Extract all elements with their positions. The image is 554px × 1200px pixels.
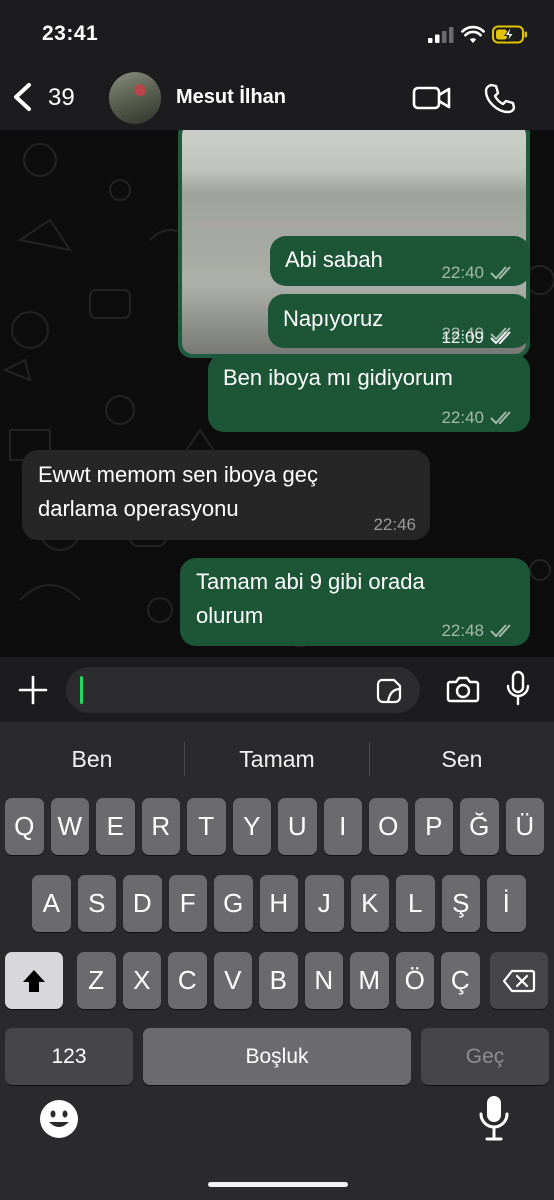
unread-count[interactable]: 39 <box>48 84 75 112</box>
text-caret <box>80 676 83 704</box>
dictation-mic-icon[interactable] <box>478 1094 510 1142</box>
suggestion-1[interactable]: Ben <box>0 722 184 796</box>
letter-key[interactable]: X <box>122 952 161 1009</box>
message-meta: 12:09 <box>441 328 516 348</box>
letter-key[interactable]: O <box>369 798 408 855</box>
read-receipt-icon <box>490 411 511 425</box>
status-bar: 23:41 <box>0 0 554 68</box>
shift-key[interactable] <box>5 952 63 1009</box>
letter-key[interactable]: E <box>96 798 135 855</box>
letter-key[interactable]: Ü <box>505 798 544 855</box>
home-indicator[interactable] <box>208 1182 348 1187</box>
message-input-bar <box>0 657 554 722</box>
letter-key[interactable]: W <box>50 798 89 855</box>
message-text-line: olurum <box>196 603 264 628</box>
message-bubble-incoming[interactable]: Ewwt memom sen iboya geç darlama operasy… <box>22 450 430 540</box>
phone-call-icon[interactable] <box>484 82 516 114</box>
sticker-icon[interactable] <box>376 678 402 704</box>
back-chevron-icon[interactable] <box>10 82 34 112</box>
letter-key[interactable]: Z <box>77 952 116 1009</box>
message-text-line: Ewwt memom sen iboya geç <box>38 462 318 487</box>
cellular-signal-icon <box>428 27 454 43</box>
letter-key[interactable]: D <box>123 875 162 932</box>
message-text: Ben iboya mı gidiyorum <box>223 365 453 390</box>
letter-key[interactable]: Ş <box>441 875 480 932</box>
chat-header: 39 Mesut İlhan <box>0 68 554 130</box>
backspace-key[interactable] <box>490 952 548 1009</box>
wifi-icon <box>461 25 485 43</box>
status-time: 23:41 <box>42 22 99 45</box>
letter-key[interactable]: A <box>32 875 71 932</box>
letter-key[interactable]: Ç <box>441 952 480 1009</box>
suggestion-3[interactable]: Sen <box>370 722 554 796</box>
message-meta: 22:40 <box>441 258 516 288</box>
contact-name[interactable]: Mesut İlhan <box>176 86 286 109</box>
letter-key[interactable]: İ <box>487 875 526 932</box>
letter-key[interactable]: U <box>278 798 317 855</box>
message-bubble-outgoing[interactable]: Ben iboya mı gidiyorum 22:40 <box>208 354 530 432</box>
read-receipt-icon <box>490 624 511 638</box>
message-time: 22:40 <box>441 408 484 427</box>
letter-key[interactable]: H <box>259 875 298 932</box>
letter-key[interactable]: K <box>350 875 389 932</box>
message-text: Abi sabah <box>285 247 383 272</box>
letter-key[interactable]: Q <box>5 798 44 855</box>
numbers-key[interactable]: 123 <box>5 1028 133 1085</box>
read-receipt-icon <box>490 266 511 280</box>
read-receipt-icon <box>490 331 511 345</box>
message-time: 22:48 <box>441 621 484 640</box>
message-text: Napıyoruz <box>283 306 384 331</box>
message-text-line: darlama operasyonu <box>38 496 239 521</box>
letter-key[interactable]: V <box>213 952 252 1009</box>
backspace-icon <box>502 969 536 992</box>
battery-charging-icon <box>492 25 527 44</box>
letter-key[interactable]: Y <box>232 798 271 855</box>
letter-key[interactable]: J <box>305 875 344 932</box>
message-bubble-outgoing[interactable]: Abi sabah 22:40 <box>270 236 530 286</box>
message-time: 12:09 <box>441 328 484 347</box>
contact-avatar[interactable] <box>109 72 161 124</box>
letter-key[interactable]: C <box>168 952 207 1009</box>
emoji-icon[interactable] <box>38 1098 80 1140</box>
camera-icon[interactable] <box>446 674 480 704</box>
video-call-icon[interactable] <box>412 84 452 112</box>
shift-arrow-icon <box>23 969 45 992</box>
letter-key[interactable]: N <box>304 952 343 1009</box>
letter-key[interactable]: F <box>168 875 207 932</box>
space-key[interactable]: Boşluk <box>143 1028 411 1085</box>
message-meta: 22:48 <box>441 616 516 646</box>
attach-plus-icon[interactable] <box>18 675 48 705</box>
letter-key[interactable]: S <box>77 875 116 932</box>
chat-area[interactable]: 12:09 Abi sabah 22:40 Napıyoruz 22:40 Be… <box>0 130 554 657</box>
message-meta: 22:46 <box>373 510 416 540</box>
letter-key[interactable]: B <box>259 952 298 1009</box>
message-input[interactable] <box>66 667 420 713</box>
message-bubble-outgoing[interactable]: Tamam abi 9 gibi orada olurum 22:48 <box>180 558 530 646</box>
letter-key[interactable]: G <box>214 875 253 932</box>
return-key[interactable]: Geç <box>421 1028 549 1085</box>
letter-key[interactable]: R <box>141 798 180 855</box>
letter-key[interactable]: L <box>396 875 435 932</box>
letter-key[interactable]: T <box>187 798 226 855</box>
microphone-icon[interactable] <box>506 670 530 706</box>
letter-key[interactable]: Ö <box>395 952 434 1009</box>
message-text-line: Tamam abi 9 gibi orada <box>196 569 425 594</box>
letter-key[interactable]: Ğ <box>460 798 499 855</box>
letter-key[interactable]: P <box>414 798 453 855</box>
letter-key[interactable]: I <box>323 798 362 855</box>
message-time: 22:40 <box>441 263 484 282</box>
message-time: 22:46 <box>373 515 416 534</box>
suggestion-2[interactable]: Tamam <box>185 722 369 796</box>
letter-key[interactable]: M <box>350 952 389 1009</box>
message-meta: 22:40 <box>441 403 516 433</box>
